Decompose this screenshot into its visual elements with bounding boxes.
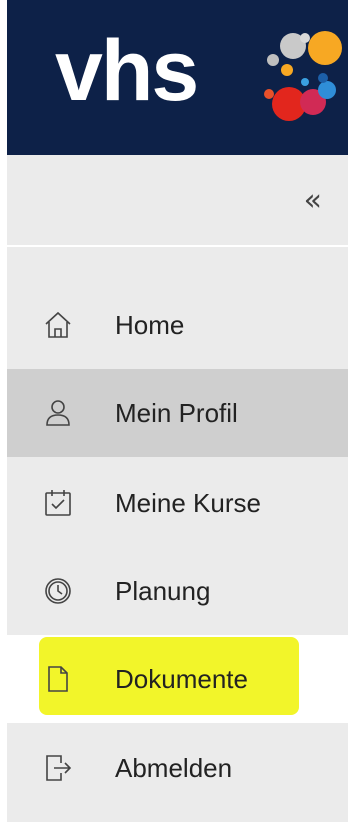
brand-header: vhs xyxy=(7,0,348,155)
sidebar-item-planung[interactable]: Planung xyxy=(7,547,348,635)
sidebar-item-label: Abmelden xyxy=(115,752,233,783)
logout-icon xyxy=(46,755,72,781)
sidebar-item-mein-profil[interactable]: Mein Profil xyxy=(7,369,348,457)
collapse-row: « xyxy=(7,155,348,247)
calendar-check-icon xyxy=(45,490,71,516)
sidebar-item-label: Home xyxy=(115,309,185,340)
sidebar-item-label: Meine Kurse xyxy=(115,487,261,518)
sidebar-item-label: Planung xyxy=(115,575,211,606)
home-icon xyxy=(45,311,71,338)
sidebar-item-label: Mein Profil xyxy=(115,397,238,428)
sidebar-item-label: Dokumente xyxy=(115,663,248,694)
vhs-logo-text: vhs xyxy=(55,23,199,119)
sidebar-item-abmelden[interactable]: Abmelden xyxy=(7,724,348,812)
user-icon xyxy=(46,400,70,426)
sidebar-item-dokumente-content[interactable]: Dokumente xyxy=(7,635,348,723)
sidebar-item-home[interactable]: Home xyxy=(7,281,348,369)
vhs-logo-dots-icon xyxy=(264,31,342,121)
sidebar: vhs « Home Mein Profil Meine Kurse Planu… xyxy=(7,0,348,822)
sidebar-item-meine-kurse[interactable]: Meine Kurse xyxy=(7,459,348,547)
double-chevron-left-icon[interactable]: « xyxy=(304,183,322,218)
document-icon xyxy=(48,666,68,692)
clock-icon xyxy=(45,578,71,604)
